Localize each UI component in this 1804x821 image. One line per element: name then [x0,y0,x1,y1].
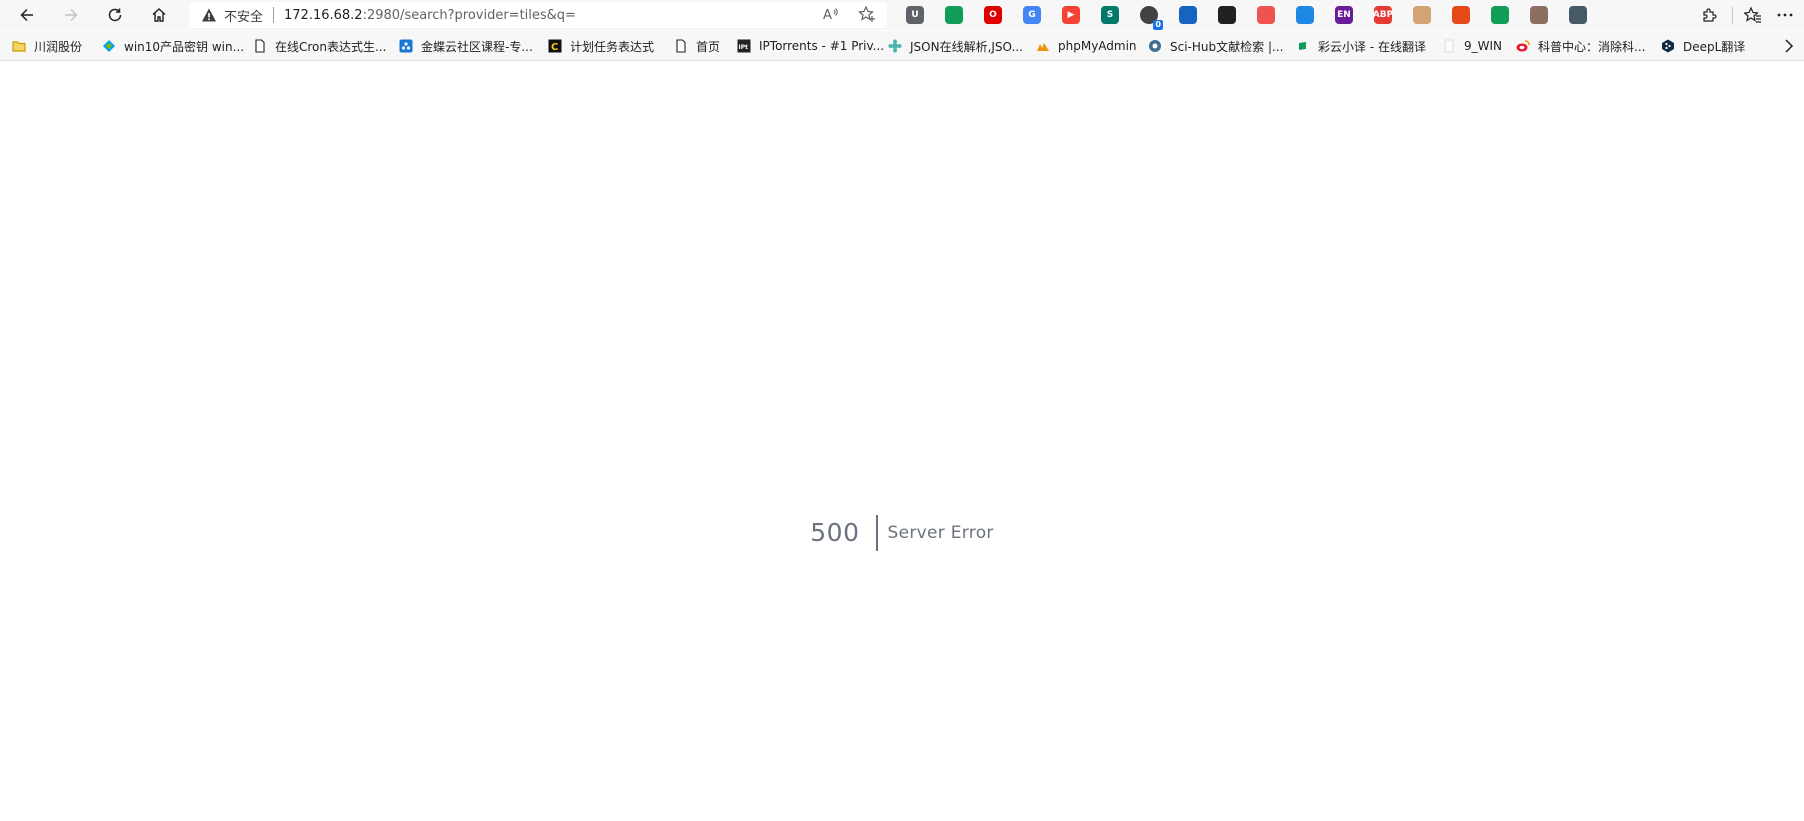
blue-diamond-icon[interactable] [1296,6,1314,24]
security-label[interactable]: 不安全 [224,6,263,25]
badge-extension-icon[interactable]: 0 [1140,6,1163,30]
add-favorite-icon[interactable] [858,5,876,23]
deepl-favicon-icon [1661,39,1675,53]
bookmark-item[interactable]: 9_WIN [1442,37,1502,55]
reload-icon [108,8,122,22]
svg-text:C: C [551,42,558,53]
bookmark-item[interactable]: 彩云小译 - 在线翻译 [1296,37,1426,55]
page-icon [674,39,688,53]
bookmark-item[interactable]: 首页 [674,37,720,55]
bookmarks-bar: 川润股份 win10产品密钥 win... 在线Cron表达式生... 金蝶云社… [0,31,1804,61]
bookmark-label: 计划任务表达式 [570,39,655,54]
green-flag-icon-2[interactable] [1491,6,1509,24]
bookmark-item[interactable]: 科普中心：消除科... [1516,37,1645,55]
svg-text:A: A [823,8,832,23]
bookmark-label: phpMyAdmin [1058,39,1137,53]
green-flag-icon[interactable] [945,6,963,24]
extensions-puzzle-icon[interactable] [1700,6,1718,24]
address-bar[interactable]: 不安全 172.16.68.2:2980/search?provider=til… [190,2,887,28]
back-button[interactable] [14,3,40,27]
bookmark-item[interactable]: JSON在线解析,JSO... [888,37,1023,55]
youtube-icon[interactable]: ▶ [1062,6,1080,24]
s-extension-icon[interactable]: S [1101,6,1119,24]
json-favicon-icon [888,39,902,53]
page-icon [253,39,267,53]
url-host: 172.16.68.2 [284,7,363,23]
face-extension-icon[interactable] [1413,6,1431,24]
warning-icon [201,7,217,23]
error-container: 500 Server Error [0,515,1804,551]
reload-button[interactable] [102,3,128,27]
error-code: 500 [810,515,878,551]
c-favicon-icon: C [548,39,562,53]
bookmark-label: Sci-Hub文献检索 |... [1170,39,1284,54]
bookmark-label: win10产品密钥 win... [124,39,245,54]
en-extension-icon[interactable]: EN [1335,6,1353,24]
bookmark-label: 川润股份 [34,39,83,54]
bookmark-label: IPTorrents - #1 Priv... [759,39,885,53]
url-path: :2980/search?provider=tiles&q= [362,7,576,23]
bookmark-item[interactable]: C 计划任务表达式 [548,37,654,55]
forward-arrow-icon [65,8,78,22]
blue-square-icon[interactable] [1179,6,1197,24]
url-text[interactable]: 172.16.68.2:2980/search?provider=tiles&q… [284,8,576,23]
browser-toolbar: 不安全 172.16.68.2:2980/search?provider=til… [0,0,1804,30]
image-extension-icon[interactable] [1530,6,1548,24]
bookmark-label: 彩云小译 - 在线翻译 [1318,39,1426,54]
google-translate-icon[interactable]: G [1023,6,1041,24]
ipt-favicon-icon: IPt [737,39,751,53]
extension-badge: 0 [1153,20,1163,30]
bookmark-label: 在线Cron表达式生... [275,39,387,54]
bookmark-label: JSON在线解析,JSO... [910,39,1023,54]
scihub-favicon-icon [1148,39,1162,53]
globe-extension-icon[interactable] [1569,6,1587,24]
favorites-icon[interactable] [1744,6,1762,24]
red-logo-icon[interactable] [1452,6,1470,24]
blank-page-icon [1442,39,1456,53]
address-separator [273,7,275,23]
bookmark-item[interactable]: IPt IPTorrents - #1 Priv... [737,37,884,55]
menu-more-icon[interactable] [1776,6,1794,24]
bookmark-label: DeepL翻译 [1683,39,1746,54]
svg-text:IPt: IPt [739,44,749,51]
kingdee-favicon-icon [399,39,413,53]
phpmyadmin-favicon-icon [1036,39,1050,53]
diamond-favicon-icon [102,39,116,53]
folder-icon [12,39,26,53]
bookmark-label: 9_WIN [1464,39,1503,53]
bookmark-item[interactable]: 在线Cron表达式生... [253,37,386,55]
bookmark-item[interactable]: DeepL翻译 [1661,37,1745,55]
mask-icon[interactable] [1218,6,1236,24]
caiyun-favicon-icon [1296,39,1310,53]
home-icon [152,8,166,22]
bookmark-item[interactable]: 川润股份 [12,37,82,55]
more-bookmarks-chevron-icon[interactable] [1782,37,1796,55]
bookmark-label: 科普中心：消除科... [1538,39,1646,54]
home-button[interactable] [146,3,172,27]
bookmark-label: 首页 [696,39,721,54]
adblock-plus-icon[interactable]: ABP [1373,6,1393,24]
bookmark-item[interactable]: Sci-Hub文献检索 |... [1148,37,1283,55]
bookmark-item[interactable]: phpMyAdmin [1036,37,1137,55]
bookmark-item[interactable]: 金蝶云社区课程-专... [399,37,533,55]
red-slash-icon[interactable] [1257,6,1275,24]
bookmark-label: 金蝶云社区课程-专... [421,39,533,54]
read-aloud-icon[interactable]: A [822,5,840,23]
opera-icon[interactable]: O [984,6,1002,24]
bookmark-item[interactable]: win10产品密钥 win... [102,37,244,55]
weibo-favicon-icon [1516,39,1530,53]
back-arrow-icon [20,8,33,22]
error-message: Server Error [887,523,994,543]
bitwarden-icon[interactable]: U [906,6,924,24]
forward-button[interactable] [58,3,84,27]
toolbar-divider [1732,7,1733,24]
